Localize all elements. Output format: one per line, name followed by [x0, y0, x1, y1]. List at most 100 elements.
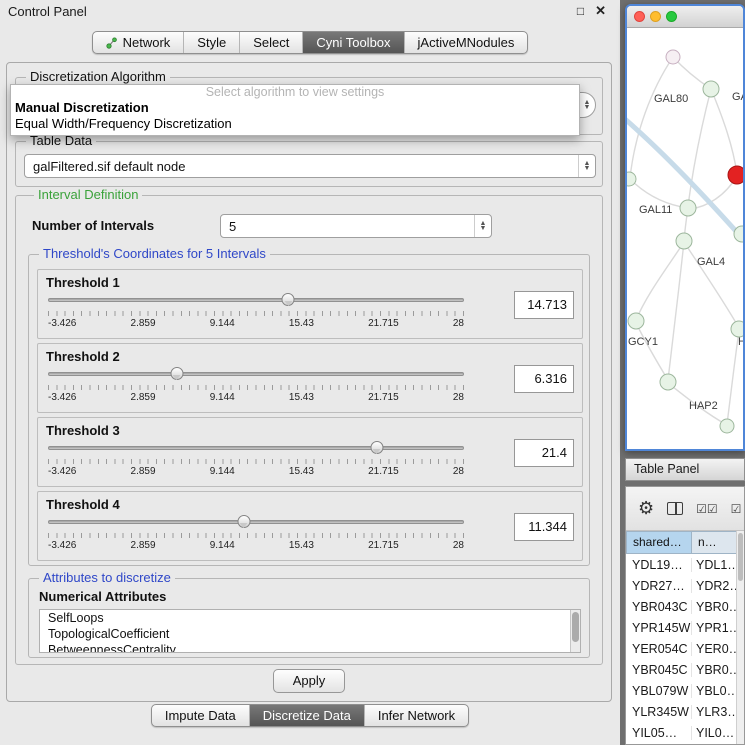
table-data-combobox[interactable]: galFiltered.sif default node ▲▼	[24, 154, 596, 178]
tick-label: 21.715	[368, 540, 399, 551]
gear-icon[interactable]: ⚙	[638, 498, 654, 519]
combo-stepper-icon[interactable]: ▲▼	[474, 215, 491, 237]
table-cell[interactable]: YBL079W	[626, 684, 692, 698]
minimize-traffic-light-icon[interactable]	[650, 11, 661, 22]
slider-track[interactable]	[48, 372, 464, 376]
table-cell[interactable]: YLR345W	[626, 705, 692, 719]
zoom-traffic-light-icon[interactable]	[666, 11, 677, 22]
combo-stepper-icon[interactable]: ▲▼	[578, 93, 595, 117]
tick-label: 9.144	[210, 466, 235, 477]
tab-infer-network[interactable]: Infer Network	[364, 705, 468, 726]
float-window-icon[interactable]: □	[577, 4, 584, 18]
dropdown-option-manual[interactable]: Manual Discretization	[11, 100, 579, 116]
tick-label: 2.859	[131, 392, 156, 403]
threshold-value-field[interactable]: 21.4	[514, 439, 574, 467]
slider-thumb[interactable]	[170, 367, 183, 380]
table-cell[interactable]: YDR27…	[626, 579, 692, 593]
table-cell[interactable]: YPR145W	[626, 621, 692, 635]
list-item[interactable]: TopologicalCoefficient	[40, 626, 580, 642]
columns-icon[interactable]	[667, 502, 683, 515]
node-label: GAL11	[639, 204, 672, 216]
tab-network[interactable]: Network	[93, 32, 184, 53]
tick-label: -3.426	[48, 540, 76, 551]
list-item[interactable]: SelfLoops	[40, 610, 580, 626]
number-of-intervals-combobox[interactable]: 5 ▲▼	[220, 214, 492, 238]
scrollbar-thumb[interactable]	[572, 612, 579, 642]
threshold-slider[interactable]: -3.4262.8599.14415.4321.71528	[48, 515, 464, 551]
network-node[interactable]	[731, 321, 743, 337]
threshold-slider[interactable]: -3.4262.8599.14415.4321.71528	[48, 441, 464, 477]
slider-thumb[interactable]	[370, 441, 383, 454]
table-panel-window: ⚙ ☑☑ ☑ shared… n… YDL19…YDL1…YDR27…YDR2……	[625, 486, 745, 745]
table-cell[interactable]: YBR043C	[626, 600, 692, 614]
threshold-value-field[interactable]: 11.344	[514, 513, 574, 541]
tick-label: 9.144	[210, 540, 235, 551]
table-row[interactable]: YBR043CYBR0…	[626, 596, 744, 617]
slider-track[interactable]	[48, 446, 464, 450]
tab-style[interactable]: Style	[183, 32, 239, 53]
network-node[interactable]	[676, 233, 692, 249]
list-scrollbar[interactable]	[570, 610, 580, 652]
table-row[interactable]: YER054CYER0…	[626, 638, 744, 659]
threshold-value-field[interactable]: 6.316	[514, 365, 574, 393]
algorithm-dropdown-popup: Select algorithm to view settings Manual…	[10, 84, 580, 136]
table-cell[interactable]: YBR045C	[626, 663, 692, 677]
table-row[interactable]: YBL079WYBL0…	[626, 680, 744, 701]
thresholds-group: Threshold's Coordinates for 5 Intervals …	[28, 254, 590, 566]
group-title: Interval Definition	[34, 187, 142, 202]
tick-label: 2.859	[131, 318, 156, 329]
node-label: GA	[732, 91, 743, 103]
column-header-shared-name[interactable]: shared…	[626, 531, 692, 554]
network-node[interactable]	[628, 313, 644, 329]
tick-label: 2.859	[131, 466, 156, 477]
table-scrollbar[interactable]	[736, 531, 744, 744]
select-all-checkbox-icon[interactable]: ☑☑	[696, 502, 718, 516]
threshold-slider[interactable]: -3.4262.8599.14415.4321.71528	[48, 367, 464, 403]
table-row[interactable]: YDL19…YDL1…	[626, 554, 744, 575]
network-node[interactable]	[660, 374, 676, 390]
slider-thumb[interactable]	[237, 515, 250, 528]
tab-select[interactable]: Select	[239, 32, 302, 53]
tick-label: 15.43	[289, 392, 314, 403]
list-item[interactable]: BetweennessCentrality	[40, 642, 580, 653]
network-window-titlebar	[627, 6, 743, 28]
attributes-group: Attributes to discretize Numerical Attri…	[28, 578, 590, 658]
threshold-label: Threshold 1	[46, 275, 120, 290]
threshold-slider[interactable]: -3.4262.8599.14415.4321.71528	[48, 293, 464, 329]
combo-stepper-icon[interactable]: ▲▼	[578, 155, 595, 177]
apply-button[interactable]: Apply	[273, 669, 345, 693]
tick-label: 15.43	[289, 318, 314, 329]
tick-label: 28	[453, 466, 464, 477]
selected-red-node[interactable]	[728, 166, 743, 184]
table-cell[interactable]: YDL19…	[626, 558, 692, 572]
slider-track[interactable]	[48, 298, 464, 302]
table-cell[interactable]: YER054C	[626, 642, 692, 656]
table-row[interactable]: YBR045CYBR0…	[626, 659, 744, 680]
network-node[interactable]	[703, 81, 719, 97]
table-row[interactable]: YLR345WYLR3…	[626, 701, 744, 722]
tab-discretize-data[interactable]: Discretize Data	[249, 705, 364, 726]
network-canvas[interactable]: GAL80 GAL11 GAL4 GCY1 HAP2 GA H	[627, 28, 743, 451]
table-row[interactable]: YIL05…YIL0…	[626, 722, 744, 743]
checkbox-icon[interactable]: ☑	[731, 502, 742, 516]
close-traffic-light-icon[interactable]	[634, 11, 645, 22]
scrollbar-thumb[interactable]	[738, 533, 743, 581]
table-cell[interactable]: YIL05…	[626, 726, 692, 740]
tab-impute-data[interactable]: Impute Data	[152, 705, 249, 726]
tab-jactivemnodules[interactable]: jActiveMNodules	[404, 32, 528, 53]
close-icon[interactable]: ✕	[595, 3, 606, 19]
slider-track[interactable]	[48, 520, 464, 524]
group-title: Threshold's Coordinates for 5 Intervals	[39, 246, 270, 261]
tab-cyni-toolbox[interactable]: Cyni Toolbox	[302, 32, 403, 53]
network-node[interactable]	[627, 172, 636, 186]
table-row[interactable]: YDR27…YDR2…	[626, 575, 744, 596]
numerical-attributes-list[interactable]: SelfLoopsTopologicalCoefficientBetweenne…	[39, 609, 581, 653]
threshold-value-field[interactable]: 14.713	[514, 291, 574, 319]
network-node[interactable]	[720, 419, 734, 433]
network-node[interactable]	[680, 200, 696, 216]
network-node[interactable]	[666, 50, 680, 64]
slider-thumb[interactable]	[282, 293, 295, 306]
tab-label: Select	[253, 35, 289, 50]
dropdown-option-equal-width[interactable]: Equal Width/Frequency Discretization	[11, 116, 579, 132]
table-row[interactable]: YPR145WYPR1…	[626, 617, 744, 638]
